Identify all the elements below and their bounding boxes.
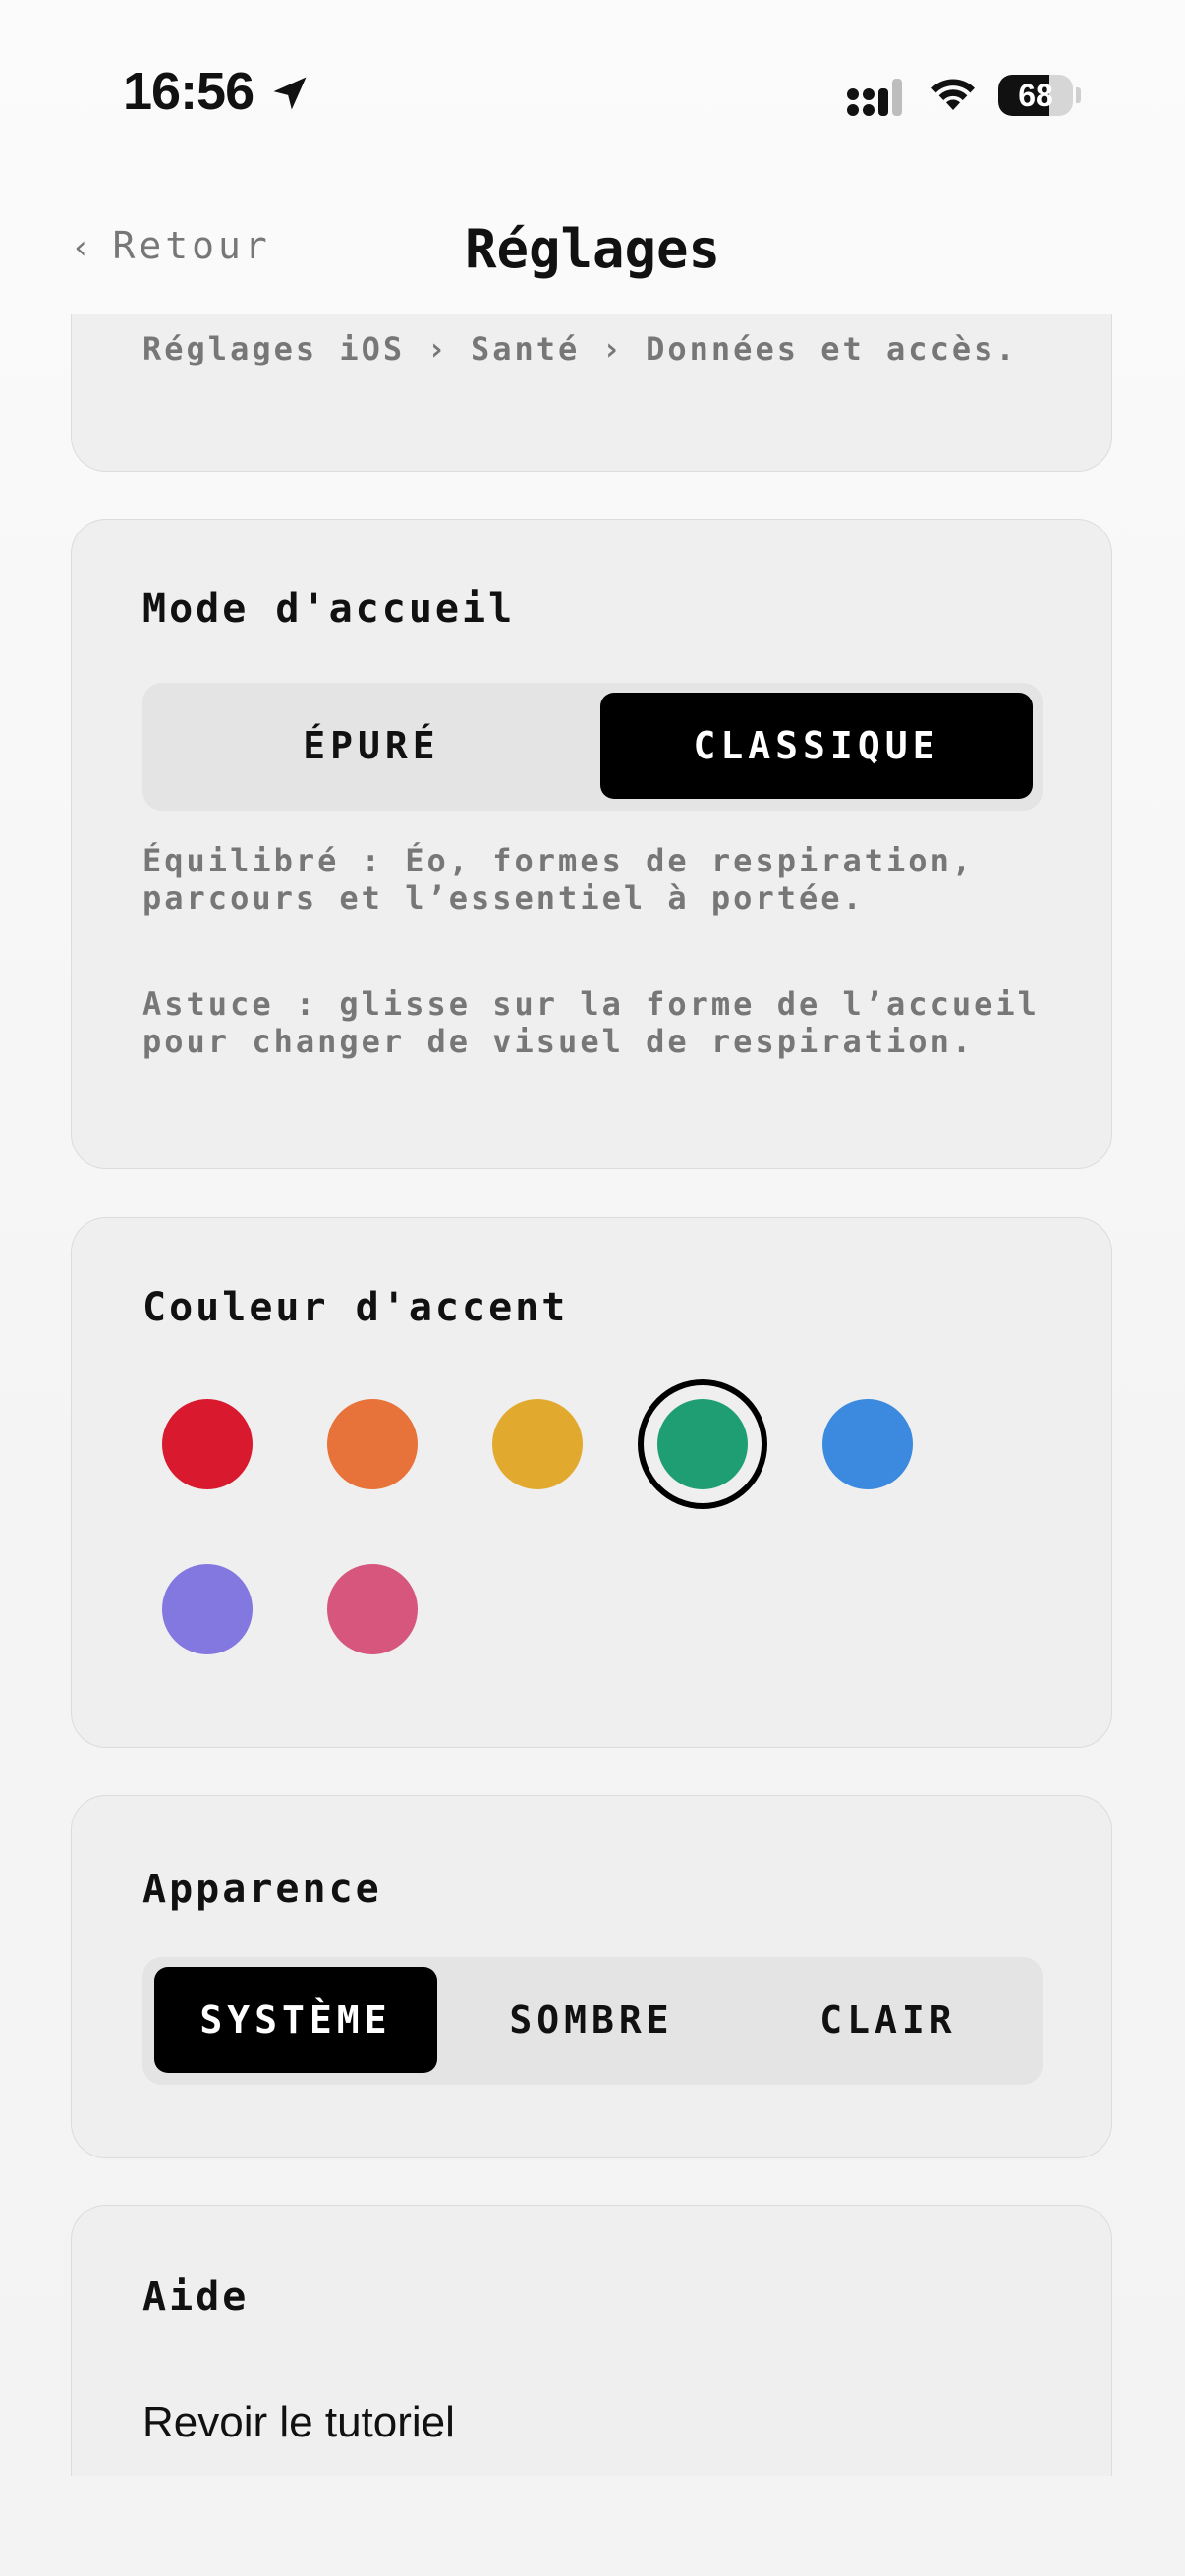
appearance-card: Apparence SYSTÈME SOMBRE CLAIR [71, 1795, 1112, 2158]
appearance-segmented-control: SYSTÈME SOMBRE CLAIR [142, 1957, 1043, 2085]
status-bar: 16:56 68 [0, 0, 1185, 196]
help-title: Aide [142, 2274, 250, 2320]
accent-swatch-4[interactable] [657, 1399, 748, 1489]
home-mode-option-classique[interactable]: CLASSIQUE [600, 693, 1033, 799]
nav-bar: ‹ Retour Réglages [0, 196, 1185, 314]
health-note: Réglages iOS › Santé › Données et accès. [142, 330, 1018, 367]
health-card: Réglages iOS › Santé › Données et accès. [71, 314, 1112, 472]
accent-swatch-1[interactable] [162, 1399, 253, 1489]
battery-indicator: 68 [998, 75, 1081, 116]
help-card: Aide Revoir le tutoriel [71, 2205, 1112, 2476]
appearance-title: Apparence [142, 1867, 382, 1912]
home-mode-title: Mode d'accueil [142, 587, 516, 632]
cellular-signal-icon [847, 79, 902, 116]
accent-title: Couleur d'accent [142, 1285, 569, 1330]
home-mode-segmented-control: ÉPURÉ CLASSIQUE [142, 683, 1043, 811]
appearance-option-sombre[interactable]: SOMBRE [449, 1967, 734, 2073]
battery-level: 68 [1018, 78, 1053, 113]
page-title: Réglages [464, 218, 721, 280]
home-mode-description: Équilibré : Éo, formes de respiration, p… [142, 842, 975, 917]
wifi-icon [931, 79, 975, 110]
settings-scroll[interactable]: Réglages iOS › Santé › Données et accès.… [0, 314, 1185, 2476]
home-mode-option-epure[interactable]: ÉPURÉ [152, 693, 591, 799]
accent-swatch-5[interactable] [822, 1399, 913, 1489]
accent-swatch-6[interactable] [162, 1564, 253, 1654]
accent-card: Couleur d'accent [71, 1217, 1112, 1748]
accent-swatch-7[interactable] [327, 1564, 418, 1654]
accent-swatch-2[interactable] [327, 1399, 418, 1489]
status-time: 16:56 [123, 62, 254, 121]
help-item-tutorial[interactable]: Revoir le tutoriel [142, 2398, 455, 2447]
appearance-option-systeme[interactable]: SYSTÈME [154, 1967, 437, 2073]
appearance-option-clair[interactable]: CLAIR [746, 1967, 1031, 2073]
home-mode-tip: Astuce : glisse sur la forme de l’accuei… [142, 985, 1040, 1060]
location-arrow-icon [273, 77, 307, 110]
accent-swatch-3[interactable] [492, 1399, 583, 1489]
home-mode-card: Mode d'accueil ÉPURÉ CLASSIQUE Équilibré… [71, 519, 1112, 1169]
